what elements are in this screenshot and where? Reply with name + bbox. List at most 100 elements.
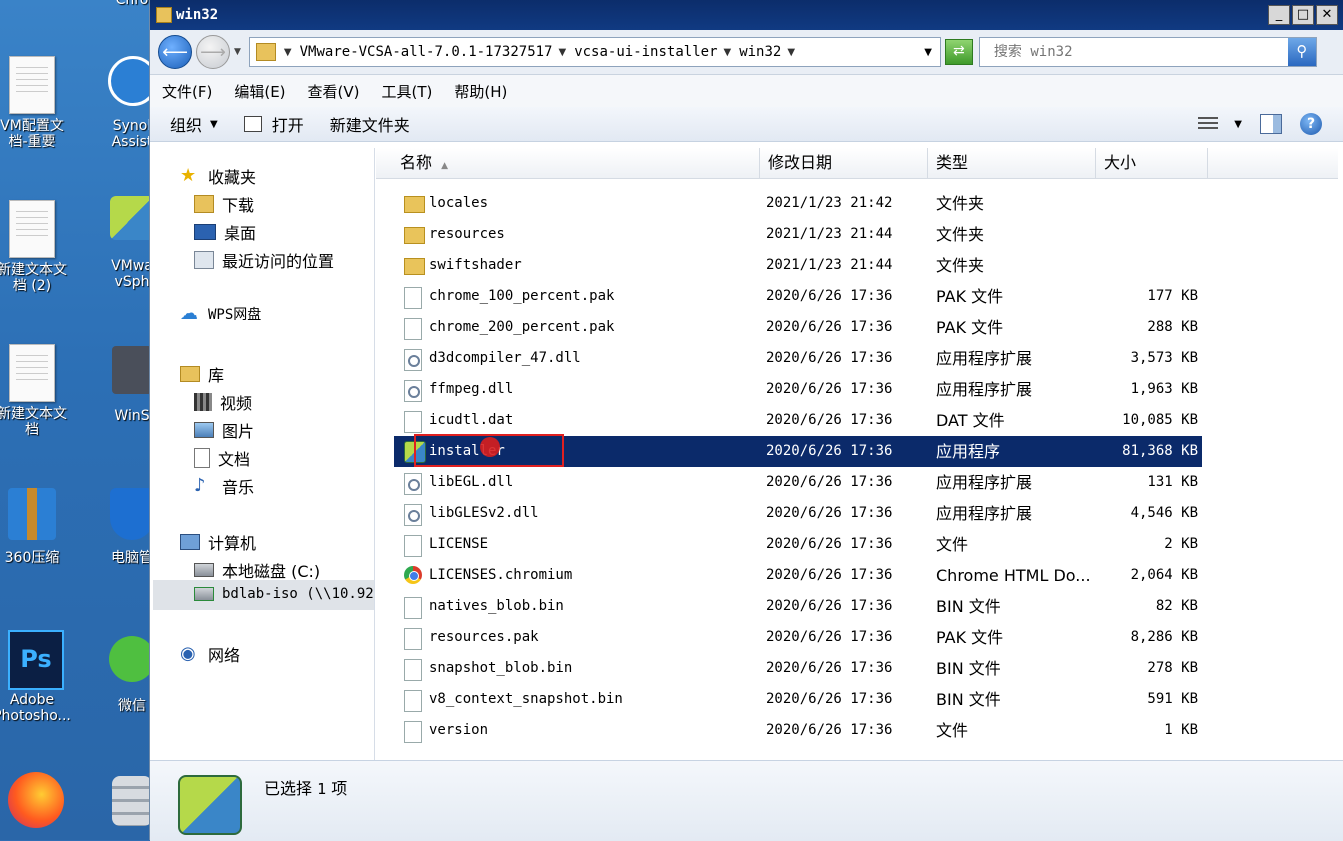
- nav-computer[interactable]: 计算机: [180, 530, 256, 554]
- chevron-down-icon[interactable]: ▼: [559, 47, 567, 58]
- file-type: Chrome HTML Do...: [936, 566, 1091, 585]
- desktop-icon-vmware-vsphere[interactable]: VMwa vSph: [92, 196, 150, 290]
- window-title: win32: [176, 7, 219, 23]
- file-row[interactable]: chrome_200_percent.pak 2020/6/26 17:36 PAK…: [394, 312, 1202, 343]
- search-box[interactable]: ⚲: [978, 37, 1317, 67]
- preview-pane-icon[interactable]: [1260, 114, 1282, 134]
- column-name[interactable]: 名称 ▲: [376, 148, 760, 178]
- nav-network[interactable]: ◉ 网络: [180, 642, 240, 666]
- file-name: libGLESv2.dll: [429, 505, 539, 521]
- file-row[interactable]: v8_context_snapshot.bin 2020/6/26 17:36 BI…: [394, 684, 1202, 715]
- desktop-icon-photoshop[interactable]: Ps Adobe Photosho...: [0, 630, 72, 724]
- nav-recent[interactable]: 最近访问的位置: [194, 248, 334, 272]
- nav-label: 网络: [208, 646, 241, 665]
- desktop-icon-winscp[interactable]: WinS: [92, 346, 150, 424]
- column-date[interactable]: 修改日期: [760, 148, 928, 178]
- file-row[interactable]: resources 2021/1/23 21:44 文件夹: [394, 219, 1202, 250]
- address-bar[interactable]: ▼ VMware-VCSA-all-7.0.1-17327517 ▼ vcsa-…: [248, 37, 941, 67]
- file-row[interactable]: installer 2020/6/26 17:36 应用程序 81,368 KB: [394, 434, 1202, 467]
- menu-tools[interactable]: 工具(T): [382, 81, 433, 102]
- desktop-icon-label: 360压缩: [4, 550, 60, 566]
- chevron-down-icon: ▼: [210, 118, 218, 130]
- file-row[interactable]: d3dcompiler_47.dll 2020/6/26 17:36 应用程序扩展 3…: [394, 343, 1202, 374]
- nav-desktop[interactable]: 桌面: [194, 220, 256, 244]
- desktop-icon-firefox[interactable]: [0, 772, 72, 834]
- file-row[interactable]: icudtl.dat 2020/6/26 17:36 DAT 文件 10,085 KB: [394, 405, 1202, 436]
- breadcrumb-installer[interactable]: vcsa-ui-installer: [574, 44, 717, 60]
- file-row[interactable]: LICENSES.chromium 2020/6/26 17:36 Chrome H…: [394, 560, 1202, 591]
- minimize-button[interactable]: _: [1268, 5, 1290, 25]
- file-row[interactable]: natives_blob.bin 2020/6/26 17:36 BIN 文件 82 …: [394, 591, 1202, 622]
- chevron-down-icon[interactable]: ▼: [724, 47, 732, 58]
- maximize-button[interactable]: □: [1292, 5, 1314, 25]
- disk-icon: [194, 563, 214, 577]
- nav-wps[interactable]: ☁ WPS网盘: [180, 304, 261, 324]
- desktop-icon-pc-manager[interactable]: 电脑管: [92, 488, 150, 566]
- desktop-icon-synology[interactable]: Synol Assist: [92, 56, 150, 150]
- desktop-icon-chrome[interactable]: Chro: [92, 0, 150, 8]
- file-icon: [404, 628, 422, 650]
- network-drive-icon: [194, 587, 214, 601]
- forward-button[interactable]: ⟶: [196, 35, 230, 69]
- file-row[interactable]: version 2020/6/26 17:36 文件 1 KB: [394, 715, 1202, 746]
- open-icon: [243, 116, 262, 132]
- search-button[interactable]: ⚲: [1287, 38, 1316, 66]
- view-options-icon[interactable]: [1198, 117, 1219, 131]
- desktop-icon-vm-doc[interactable]: VM配置文档-重要: [0, 56, 72, 150]
- file-row[interactable]: ffmpeg.dll 2020/6/26 17:36 应用程序扩展 1,963 KB: [394, 374, 1202, 405]
- nav-pictures[interactable]: 图片: [194, 418, 254, 442]
- desktop-icon-wechat[interactable]: 微信: [92, 636, 150, 714]
- file-row[interactable]: libEGL.dll 2020/6/26 17:36 应用程序扩展 131 KB: [394, 467, 1202, 498]
- nav-favorites[interactable]: ★ 收藏夹: [180, 164, 256, 188]
- organize-button[interactable]: 组织 ▼: [170, 112, 218, 136]
- refresh-button[interactable]: ⇄: [944, 39, 973, 65]
- desktop-icon-database[interactable]: [92, 776, 150, 838]
- open-button[interactable]: 打开: [243, 112, 304, 136]
- title-bar[interactable]: win32 _ □ ✕: [150, 0, 1343, 30]
- chevron-down-icon[interactable]: ▼: [284, 47, 292, 58]
- menu-edit[interactable]: 编辑(E): [234, 81, 285, 102]
- menu-view[interactable]: 查看(V): [308, 81, 360, 102]
- nav-label: 本地磁盘 (C:): [222, 562, 321, 581]
- file-row[interactable]: snapshot_blob.bin 2020/6/26 17:36 BIN 文件 27…: [394, 653, 1202, 684]
- chevron-down-icon[interactable]: ▼: [1234, 119, 1242, 130]
- file-type: 文件: [936, 535, 969, 554]
- desktop-icon-new-text[interactable]: 新建文本文档: [0, 344, 72, 438]
- new-folder-button[interactable]: 新建文件夹: [330, 112, 410, 136]
- column-size[interactable]: 大小: [1096, 148, 1208, 178]
- column-type[interactable]: 类型: [928, 148, 1096, 178]
- file-row[interactable]: chrome_100_percent.pak 2020/6/26 17:36 PAK…: [394, 281, 1202, 312]
- file-row[interactable]: libGLESv2.dll 2020/6/26 17:36 应用程序扩展 4,546 …: [394, 498, 1202, 529]
- breadcrumb-win32[interactable]: win32: [739, 44, 781, 60]
- file-name: chrome_100_percent.pak: [429, 288, 615, 304]
- menu-file[interactable]: 文件(F): [162, 81, 212, 102]
- desktop-icon-360zip[interactable]: 360压缩: [0, 488, 72, 566]
- help-icon[interactable]: ?: [1300, 113, 1322, 135]
- close-button[interactable]: ✕: [1316, 5, 1338, 25]
- file-type: 应用程序: [936, 442, 1001, 461]
- nav-network-drive[interactable]: bdlab-iso (\\10.92: [194, 586, 374, 602]
- file-name: d3dcompiler_47.dll: [429, 350, 581, 366]
- desktop-icon-label: Chro: [115, 0, 149, 8]
- file-row[interactable]: swiftshader 2021/1/23 21:44 文件夹: [394, 250, 1202, 281]
- refresh-icon: ⇄: [953, 43, 965, 59]
- nav-videos[interactable]: 视频: [194, 390, 252, 414]
- chevron-down-icon[interactable]: ▼: [787, 47, 795, 58]
- search-input[interactable]: [979, 43, 1288, 61]
- file-row[interactable]: LICENSE 2020/6/26 17:36 文件 2 KB: [394, 529, 1202, 560]
- file-row[interactable]: locales 2021/1/23 21:42 文件夹: [394, 188, 1202, 219]
- nav-downloads[interactable]: 下载: [194, 192, 254, 216]
- back-button[interactable]: ⟵: [158, 35, 192, 69]
- nav-local-disk[interactable]: 本地磁盘 (C:): [194, 558, 320, 582]
- address-history-dropdown[interactable]: ▼: [924, 47, 932, 58]
- nav-music[interactable]: ♪ 音乐: [194, 474, 254, 498]
- recent-pages-dropdown[interactable]: ▼: [234, 47, 241, 57]
- menu-help[interactable]: 帮助(H): [454, 81, 507, 102]
- breadcrumb-vcsa[interactable]: VMware-VCSA-all-7.0.1-17327517: [300, 44, 553, 60]
- nav-library[interactable]: 库: [180, 362, 224, 386]
- nav-label: 桌面: [224, 224, 257, 243]
- file-row[interactable]: resources.pak 2020/6/26 17:36 PAK 文件 8,286 …: [394, 622, 1202, 653]
- open-label: 打开: [271, 116, 304, 135]
- nav-documents[interactable]: 文档: [194, 446, 250, 470]
- desktop-icon-new-text-2[interactable]: 新建文本文档 (2): [0, 200, 72, 294]
